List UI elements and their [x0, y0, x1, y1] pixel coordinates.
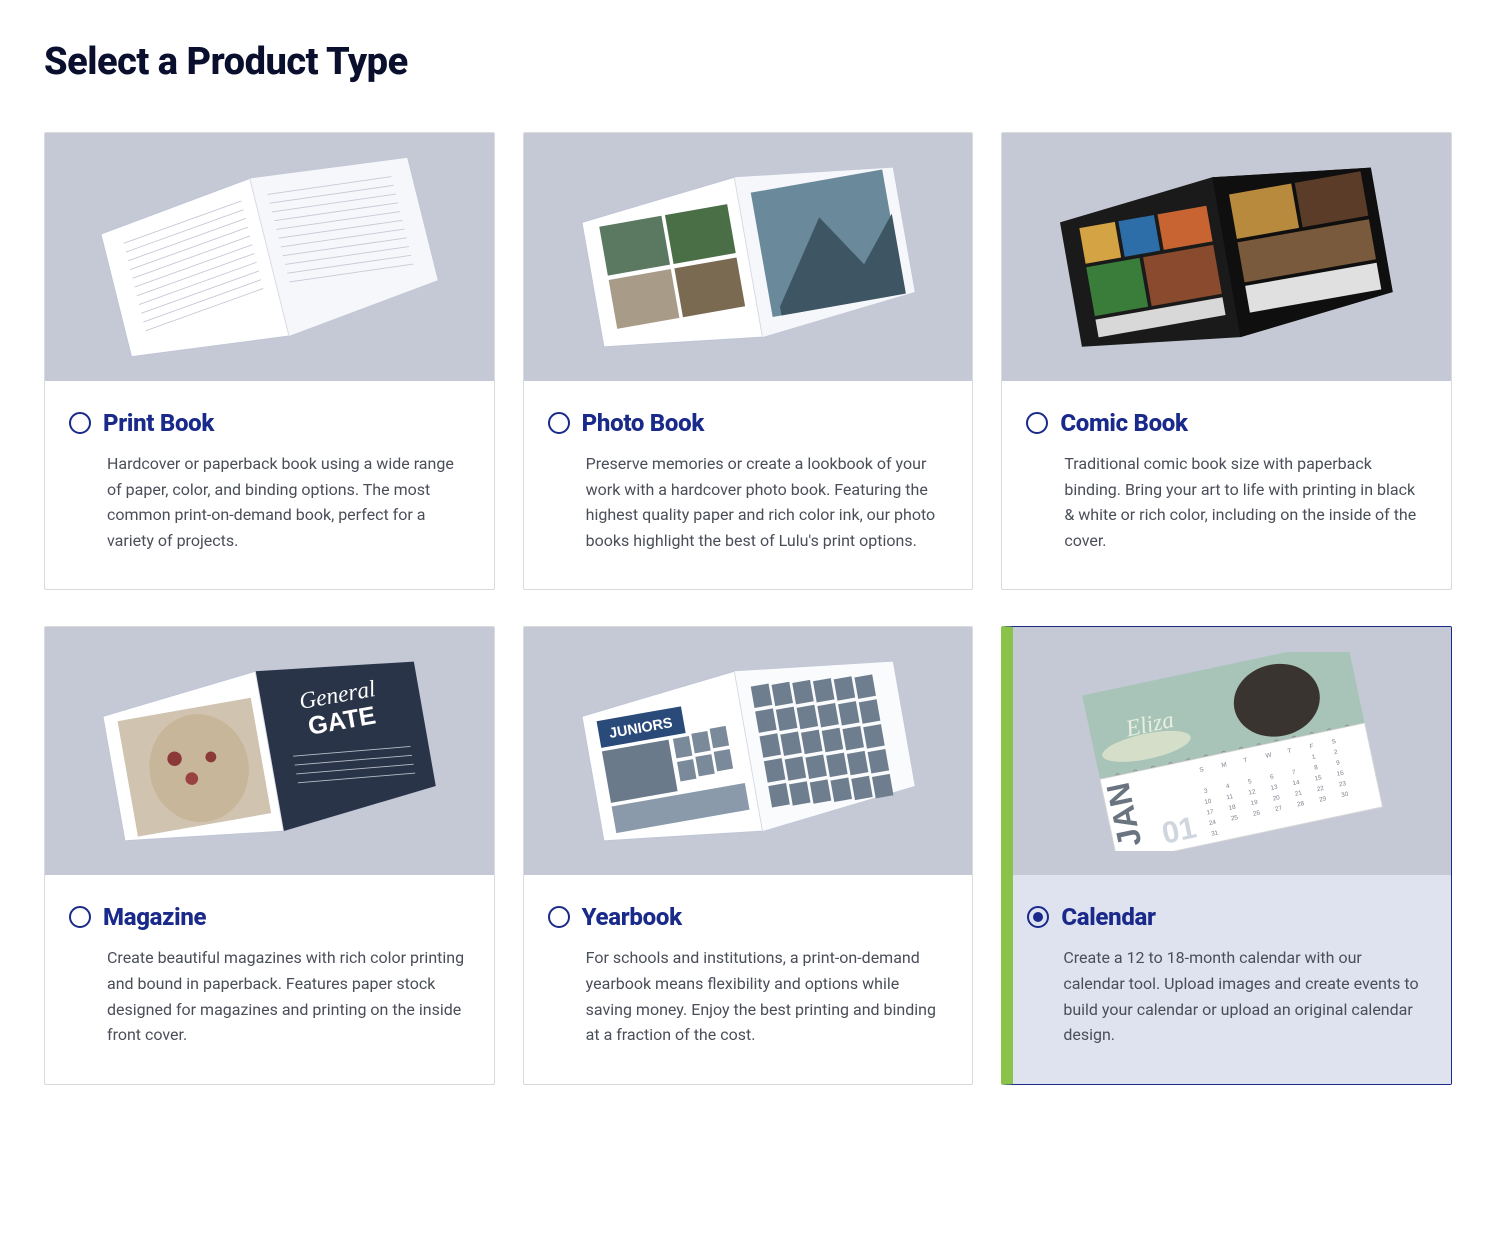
product-image-calendar: Eliza JAN 01 SMTWTFS 12 3456789 101112	[1013, 627, 1451, 875]
radio-icon	[69, 412, 91, 434]
product-image-yearbook: JUNIORS	[524, 627, 973, 875]
card-header: Yearbook	[548, 903, 945, 931]
card-desc-magazine: Create beautiful magazines with rich col…	[69, 945, 466, 1047]
card-comic-book[interactable]: Comic Book Traditional comic book size w…	[1001, 132, 1452, 590]
card-title-magazine: Magazine	[103, 903, 206, 931]
card-body: Comic Book Traditional comic book size w…	[1002, 381, 1451, 589]
card-print-book[interactable]: Print Book Hardcover or paperback book u…	[44, 132, 495, 590]
product-image-photo-book	[524, 133, 973, 381]
card-title-calendar: Calendar	[1061, 903, 1155, 931]
card-body: Photo Book Preserve memories or create a…	[524, 381, 973, 589]
card-body: Print Book Hardcover or paperback book u…	[45, 381, 494, 589]
card-desc-print-book: Hardcover or paperback book using a wide…	[69, 451, 466, 553]
radio-icon	[69, 906, 91, 928]
card-title-comic-book: Comic Book	[1060, 409, 1187, 437]
card-title-yearbook: Yearbook	[582, 903, 682, 931]
card-yearbook[interactable]: JUNIORS	[523, 626, 974, 1084]
page-title: Select a Product Type	[44, 40, 1452, 84]
radio-icon	[548, 906, 570, 928]
card-desc-calendar: Create a 12 to 18-month calendar with ou…	[1027, 945, 1423, 1047]
product-grid: Print Book Hardcover or paperback book u…	[44, 132, 1452, 1085]
card-desc-comic-book: Traditional comic book size with paperba…	[1026, 451, 1423, 553]
card-body: Magazine Create beautiful magazines with…	[45, 875, 494, 1083]
card-desc-photo-book: Preserve memories or create a lookbook o…	[548, 451, 945, 553]
product-image-print-book	[45, 133, 494, 381]
card-body: Yearbook For schools and institutions, a…	[524, 875, 973, 1083]
card-header: Print Book	[69, 409, 466, 437]
card-title-print-book: Print Book	[103, 409, 214, 437]
radio-icon	[548, 412, 570, 434]
card-magazine[interactable]: General GATE Magazine Create	[44, 626, 495, 1084]
svg-text:01: 01	[1159, 811, 1199, 851]
card-body: Calendar Create a 12 to 18-month calenda…	[1013, 875, 1451, 1083]
card-header: Comic Book	[1026, 409, 1423, 437]
product-image-comic-book	[1002, 133, 1451, 381]
product-image-magazine: General GATE	[45, 627, 494, 875]
radio-icon-checked	[1027, 906, 1049, 928]
radio-icon	[1026, 412, 1048, 434]
card-header: Magazine	[69, 903, 466, 931]
card-title-photo-book: Photo Book	[582, 409, 704, 437]
card-photo-book[interactable]: Photo Book Preserve memories or create a…	[523, 132, 974, 590]
card-header: Photo Book	[548, 409, 945, 437]
card-header: Calendar	[1027, 903, 1423, 931]
card-desc-yearbook: For schools and institutions, a print-on…	[548, 945, 945, 1047]
card-calendar[interactable]: Eliza JAN 01 SMTWTFS 12 3456789 101112	[1001, 626, 1452, 1084]
